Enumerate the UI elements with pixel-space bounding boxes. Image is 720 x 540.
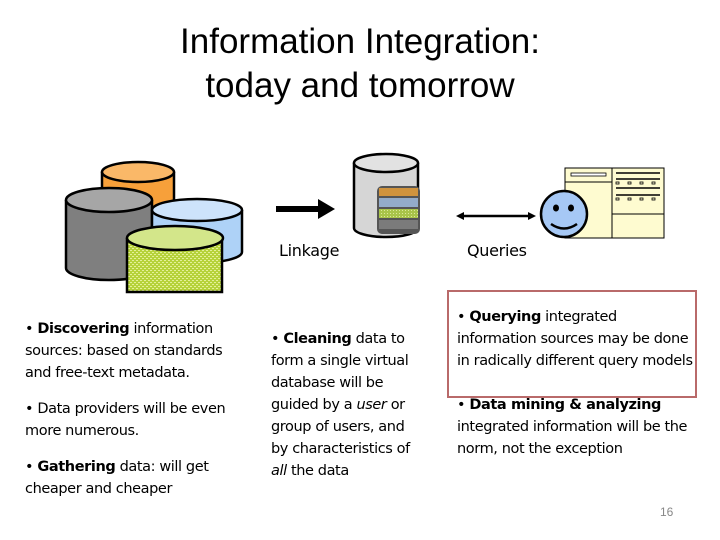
bullet-data-mining: • Data mining & analyzing integrated inf… <box>457 397 688 457</box>
linkage-label: Linkage <box>279 241 340 260</box>
page-number: 16 <box>660 505 674 519</box>
double-arrow-icon <box>456 212 536 220</box>
stacked-sources-icon <box>377 186 420 234</box>
today-bullets: • Discovering information sources: based… <box>25 318 250 514</box>
bullet-querying: • Querying integrated information source… <box>457 309 693 369</box>
bullet-italic: all <box>271 463 287 479</box>
queries-label: Queries <box>467 241 527 260</box>
linkage-bullets: • Cleaning data to form a single virtual… <box>271 328 421 496</box>
bullet-bold: Data mining & analyzing <box>469 397 662 413</box>
bullet-cleaning: • Cleaning data to form a single virtual… <box>271 331 410 479</box>
bullet-text: the data <box>286 463 349 479</box>
queries-bullets: • Querying integrated information source… <box>457 306 697 474</box>
user-smiley-icon <box>539 189 589 239</box>
bullet-gathering: • Gathering data: will get cheaper and c… <box>25 459 209 497</box>
bullet-text: Data providers will be even more numerou… <box>25 401 226 439</box>
bullet-italic: user <box>356 397 387 413</box>
bullet-discovering: • Discovering information sources: based… <box>25 321 223 381</box>
bullet-bold: Discovering <box>37 321 130 337</box>
bullet-bold: Querying <box>469 309 541 325</box>
green-database-icon <box>125 224 225 294</box>
integrated-database-icon <box>352 152 420 239</box>
bullet-bold: Cleaning <box>283 331 352 347</box>
right-arrow-icon <box>276 199 335 219</box>
bullet-text: integrated information will be the norm,… <box>457 419 688 457</box>
bullet-data-providers: • Data providers will be even more numer… <box>25 401 226 439</box>
bullet-bold: Gathering <box>37 459 116 475</box>
